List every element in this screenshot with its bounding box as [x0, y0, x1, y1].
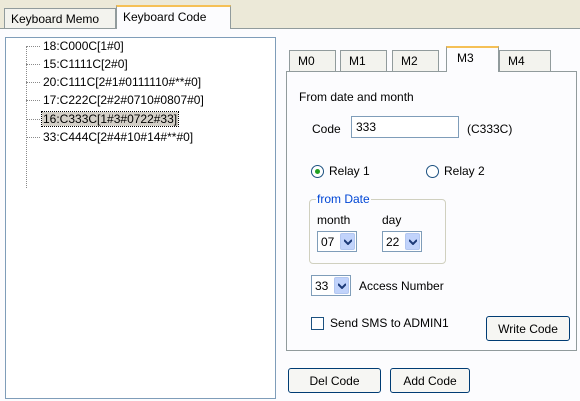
day-select-value: 22: [386, 235, 400, 249]
tree-item-label: 17:C222C[2#2#0710#0807#0]: [43, 93, 204, 107]
month-select[interactable]: 07: [317, 231, 357, 252]
tree-item-label: 20:C111C[2#1#0111110#**#0]: [43, 75, 202, 89]
tree-item-label: 15:C1111C[2#0]: [43, 57, 128, 71]
relay1-label[interactable]: Relay 1: [329, 164, 370, 178]
tab-m3[interactable]: M3: [446, 46, 499, 72]
tab-keyboard-code[interactable]: Keyboard Code: [116, 5, 231, 29]
tree-item-label: 18:C000C[1#0]: [43, 39, 124, 53]
code-input[interactable]: [351, 116, 459, 138]
access-number-label: Access Number: [359, 279, 444, 293]
tree-item-label: 33:C444C[2#4#10#14#**#0]: [43, 130, 194, 144]
tab-m0[interactable]: M0: [289, 50, 336, 71]
send-sms-label[interactable]: Send SMS to ADMIN1: [330, 316, 449, 330]
tab-m1[interactable]: M1: [340, 50, 387, 71]
m3-panel: From date and month Code (C333C) Relay 1…: [286, 71, 577, 351]
chevron-down-icon[interactable]: [340, 233, 355, 250]
tree-item[interactable]: 18:C000C[1#0]: [26, 38, 125, 55]
chevron-down-icon[interactable]: [405, 233, 420, 250]
tree-item[interactable]: 33:C444C[2#4#10#14#**#0]: [26, 129, 194, 146]
tab-m2[interactable]: M2: [392, 50, 439, 71]
send-sms-checkbox[interactable]: [311, 317, 324, 330]
radio-selected-dot: [315, 169, 320, 174]
access-number-select[interactable]: 33: [311, 275, 351, 296]
code-tree[interactable]: 18:C000C[1#0] 15:C1111C[2#0] 20:C111C[2#…: [5, 37, 276, 399]
code-label: Code: [312, 122, 341, 136]
relay2-radio[interactable]: [426, 165, 439, 178]
month-label: month: [317, 213, 351, 227]
tree-item[interactable]: 15:C1111C[2#0]: [26, 56, 129, 73]
chevron-down-icon[interactable]: [334, 277, 349, 294]
tree-item[interactable]: 20:C111C[2#1#0111110#**#0]: [26, 74, 202, 91]
tab-keyboard-memo[interactable]: Keyboard Memo: [4, 8, 116, 28]
tree-item-label: 16:C333C[1#3#0722#33]: [40, 111, 180, 127]
relay2-label[interactable]: Relay 2: [444, 164, 485, 178]
write-code-button[interactable]: Write Code: [486, 316, 570, 341]
tree-item-selected[interactable]: 16:C333C[1#3#0722#33]: [26, 111, 180, 128]
month-select-value: 07: [321, 235, 335, 249]
del-code-button[interactable]: Del Code: [288, 368, 381, 393]
add-code-button[interactable]: Add Code: [390, 368, 470, 393]
day-select[interactable]: 22: [382, 231, 422, 252]
tab-m4[interactable]: M4: [499, 50, 551, 71]
day-label: day: [382, 213, 402, 227]
relay1-radio[interactable]: [311, 165, 324, 178]
access-number-value: 33: [315, 279, 329, 293]
tree-item[interactable]: 17:C222C[2#2#0710#0807#0]: [26, 92, 205, 109]
from-date-group-title: from Date: [316, 192, 371, 206]
code-hint: (C333C): [467, 122, 513, 136]
form-heading: From date and month: [299, 90, 414, 104]
